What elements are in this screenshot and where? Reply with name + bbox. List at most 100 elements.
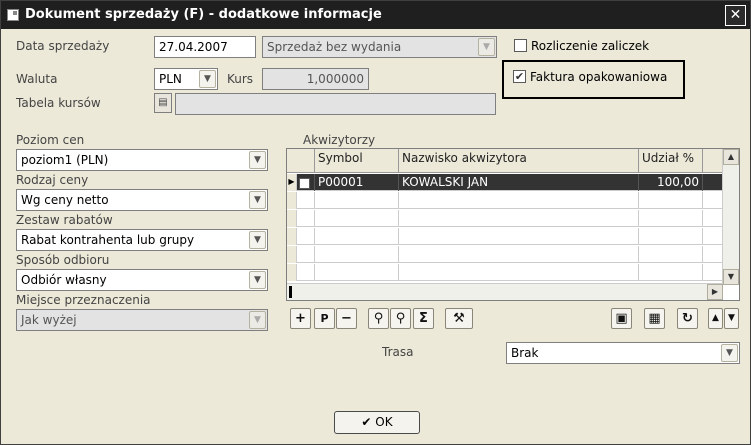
waluta-value: PLN bbox=[159, 72, 182, 86]
cell-symbol: P00001 bbox=[315, 174, 399, 191]
scroll-down-icon[interactable]: ▼ bbox=[723, 269, 739, 285]
miejsce-przeznaczenia-select: Jak wyżej ▼ bbox=[16, 309, 268, 331]
table-icon: ▦ bbox=[648, 311, 661, 326]
remove-button[interactable]: − bbox=[336, 308, 357, 329]
sposob-odbioru-select[interactable]: Odbiór własny ▼ bbox=[16, 269, 268, 291]
row-pointer-icon: ▶ bbox=[287, 174, 297, 191]
close-icon: ✕ bbox=[729, 7, 742, 23]
plus-icon: + bbox=[295, 311, 306, 326]
column-header-nazwisko[interactable]: Nazwisko akwizytora bbox=[399, 149, 639, 173]
p-button[interactable]: P bbox=[314, 308, 335, 329]
dialog-window: Dokument sprzedaży (F) - dodatkowe infor… bbox=[0, 0, 751, 445]
scroll-up-icon[interactable]: ▲ bbox=[723, 149, 739, 165]
move-down-button[interactable]: ▼ bbox=[724, 308, 739, 329]
title-bar: Dokument sprzedaży (F) - dodatkowe infor… bbox=[1, 1, 750, 29]
akwizytorzy-grid[interactable]: Symbol Nazwisko akwizytora Udział % ▶ P0… bbox=[286, 148, 740, 301]
table-row-empty bbox=[287, 192, 723, 209]
rodzaj-ceny-select[interactable]: Wg ceny netto ▼ bbox=[16, 189, 268, 211]
trasa-value: Brak bbox=[511, 346, 539, 360]
scroll-right-icon[interactable]: ▶ bbox=[707, 284, 723, 300]
grid-header: Symbol Nazwisko akwizytora Udział % bbox=[287, 149, 723, 173]
poziom-cen-select[interactable]: poziom1 (PLN) ▼ bbox=[16, 149, 268, 171]
arrow-down-icon: ▼ bbox=[728, 313, 735, 323]
faktura-opakowaniowa-checkbox[interactable]: ✔ Faktura opakowaniowa bbox=[513, 69, 667, 84]
chevron-down-icon: ▼ bbox=[249, 151, 266, 169]
tools-button[interactable]: ⚒ bbox=[445, 308, 473, 329]
arrow-up-icon: ▲ bbox=[712, 313, 719, 323]
rozliczenie-zaliczek-label: Rozliczenie zaliczek bbox=[531, 38, 650, 53]
scroll-thumb[interactable] bbox=[289, 286, 292, 298]
tabela-kursow-field bbox=[175, 93, 496, 115]
checkmark-icon: ✔ bbox=[513, 70, 526, 83]
binoculars-list-icon: ⚲ bbox=[395, 311, 406, 326]
column-header-symbol[interactable]: Symbol bbox=[315, 149, 399, 173]
waluta-label: Waluta bbox=[16, 72, 58, 86]
zestaw-rabatow-value: Rabat kontrahenta lub grupy bbox=[21, 233, 195, 247]
sposob-odbioru-label: Sposób odbioru bbox=[16, 253, 110, 267]
sposob-odbioru-value: Odbiór własny bbox=[21, 273, 107, 287]
window-title: Dokument sprzedaży (F) - dodatkowe infor… bbox=[25, 7, 382, 22]
chevron-down-icon: ▼ bbox=[249, 191, 266, 209]
save-button[interactable]: ▣ bbox=[611, 308, 632, 329]
find-filter-button[interactable]: ⚲ bbox=[390, 308, 411, 329]
grid-corner bbox=[287, 149, 315, 173]
chevron-down-icon: ▼ bbox=[249, 311, 266, 329]
tabela-kursow-button[interactable]: ▤ bbox=[154, 93, 172, 113]
data-sprzedazy-field[interactable]: 27.04.2007 bbox=[154, 36, 256, 58]
tools-icon: ⚒ bbox=[453, 311, 465, 326]
waluta-select[interactable]: PLN ▼ bbox=[154, 68, 218, 90]
zestaw-rabatow-label: Zestaw rabatów bbox=[16, 213, 113, 227]
chevron-down-icon: ▼ bbox=[721, 344, 738, 362]
sprzedaz-type-value: Sprzedaż bez wydania bbox=[267, 40, 402, 54]
poziom-cen-label: Poziom cen bbox=[16, 133, 85, 147]
add-button[interactable]: + bbox=[290, 308, 311, 329]
trasa-select[interactable]: Brak ▼ bbox=[506, 342, 740, 364]
cell-udzial: 100,00 bbox=[639, 174, 703, 191]
p-icon: P bbox=[320, 312, 329, 325]
rozliczenie-zaliczek-checkbox[interactable]: Rozliczenie zaliczek bbox=[514, 38, 649, 53]
table-button[interactable]: ▦ bbox=[644, 308, 665, 329]
chevron-down-icon: ▼ bbox=[249, 271, 266, 289]
rodzaj-ceny-label: Rodzaj ceny bbox=[16, 173, 89, 187]
sum-button[interactable]: Σ bbox=[413, 308, 434, 329]
ok-label: OK bbox=[375, 415, 393, 429]
close-button[interactable]: ✕ bbox=[725, 5, 746, 26]
binoculars-icon: ⚲ bbox=[373, 311, 384, 326]
row-checkbox[interactable] bbox=[299, 178, 310, 189]
list-icon: ▤ bbox=[158, 97, 168, 108]
vertical-scrollbar[interactable]: ▲ ▼ bbox=[722, 149, 739, 285]
move-up-button[interactable]: ▲ bbox=[708, 308, 723, 329]
sigma-icon: Σ bbox=[419, 311, 428, 326]
poziom-cen-value: poziom1 (PLN) bbox=[21, 153, 109, 167]
trasa-label: Trasa bbox=[382, 345, 414, 359]
floppy-icon: ▣ bbox=[615, 311, 628, 326]
ok-button[interactable]: ✔ OK bbox=[334, 411, 420, 434]
column-header-udzial[interactable]: Udział % bbox=[639, 149, 703, 173]
zestaw-rabatow-select[interactable]: Rabat kontrahenta lub grupy ▼ bbox=[16, 229, 268, 251]
akwizytorzy-label: Akwizytorzy bbox=[303, 133, 376, 147]
minus-icon: − bbox=[341, 311, 352, 326]
kurs-field: 1,000000 bbox=[262, 68, 369, 90]
chevron-down-icon: ▼ bbox=[478, 38, 495, 56]
refresh-button[interactable]: ↻ bbox=[677, 308, 698, 329]
table-row[interactable]: ▶ P00001 KOWALSKI JAN 100,00 bbox=[287, 174, 723, 191]
document-icon bbox=[7, 9, 19, 21]
find-button[interactable]: ⚲ bbox=[368, 308, 389, 329]
refresh-icon: ↻ bbox=[682, 311, 693, 326]
chevron-down-icon: ▼ bbox=[199, 70, 216, 88]
tabela-kursow-label: Tabela kursów bbox=[16, 96, 101, 110]
table-row-empty bbox=[287, 264, 723, 281]
rodzaj-ceny-value: Wg ceny netto bbox=[21, 193, 109, 207]
checkmark-icon: ✔ bbox=[361, 415, 372, 429]
horizontal-scrollbar[interactable]: ▶ bbox=[287, 283, 723, 300]
chevron-down-icon: ▼ bbox=[249, 231, 266, 249]
table-row-empty bbox=[287, 228, 723, 245]
table-row-empty bbox=[287, 246, 723, 263]
cell-nazwisko: KOWALSKI JAN bbox=[399, 174, 639, 191]
data-sprzedazy-label: Data sprzedaży bbox=[16, 39, 110, 53]
checkbox-icon bbox=[514, 39, 527, 52]
miejsce-przeznaczenia-value: Jak wyżej bbox=[21, 313, 77, 327]
miejsce-przeznaczenia-label: Miejsce przeznaczenia bbox=[16, 293, 151, 307]
sprzedaz-type-select[interactable]: Sprzedaż bez wydania ▼ bbox=[262, 36, 497, 58]
kurs-label: Kurs bbox=[227, 72, 254, 86]
